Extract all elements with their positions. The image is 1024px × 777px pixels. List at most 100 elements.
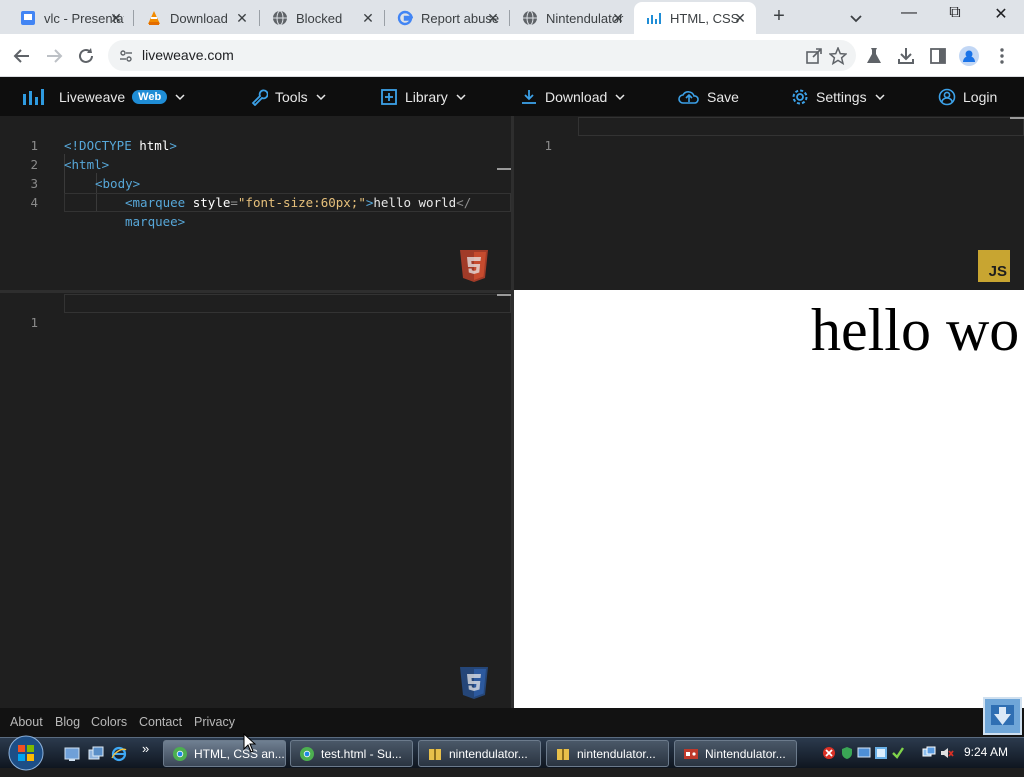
bookmark-star-icon[interactable] [828, 46, 848, 66]
marquee-preview-text: hello wo [811, 297, 1020, 363]
scrollbar-marker[interactable] [1010, 117, 1024, 119]
liveweave-logo[interactable]: Liveweave Web [22, 77, 186, 116]
brand-name: Liveweave [59, 88, 126, 105]
css-editor-pane[interactable]: 1 [0, 293, 511, 708]
footer-link-contact[interactable]: Contact [139, 715, 182, 729]
side-panel-icon[interactable] [928, 46, 948, 66]
active-line-highlight [64, 294, 511, 313]
code-line-4: 4 <marquee style="font-size:60px;">hello … [0, 174, 511, 210]
nintendulator-app-icon [684, 748, 698, 759]
start-button[interactable] [4, 732, 48, 772]
save-label: Save [707, 88, 739, 105]
update-shield-icon[interactable] [840, 746, 854, 760]
code-line-1: 1 <!DOCTYPE html> [0, 117, 511, 153]
footer-link-colors[interactable]: Colors [91, 715, 127, 729]
browser-tab-download[interactable]: Download ✕ [134, 2, 258, 34]
close-icon[interactable]: ✕ [485, 10, 501, 26]
extension-flask-icon[interactable] [864, 46, 884, 66]
security-alert-icon[interactable] [822, 746, 836, 760]
quick-launch-more[interactable]: » [142, 741, 149, 756]
task-label: Nintendulator... [705, 746, 786, 761]
display-icon[interactable] [874, 746, 888, 760]
taskbar-item-nintendulator-folder-2[interactable]: nintendulator... [546, 740, 669, 767]
line-number: 1 [30, 315, 38, 330]
close-icon[interactable]: ✕ [108, 10, 124, 26]
reload-icon[interactable] [74, 44, 98, 68]
restore-button[interactable]: ⧉ [940, 4, 970, 28]
back-arrow-icon[interactable] [10, 44, 34, 68]
browser-tab-vlc-presentation[interactable]: vlc - Presentation ✕ [8, 2, 132, 34]
close-icon[interactable]: ✕ [234, 10, 250, 26]
network-monitor-icon[interactable] [857, 746, 871, 760]
download-icon[interactable] [896, 46, 916, 66]
gear-icon [792, 89, 808, 104]
chevron-down-icon [615, 93, 625, 100]
minimize-button[interactable]: — [894, 4, 924, 28]
close-icon[interactable]: ✕ [610, 10, 626, 26]
footer-link-blog[interactable]: Blog [55, 715, 80, 729]
html-editor-pane[interactable]: 1 <!DOCTYPE html> 2 <html> 3 <body> 4 <marqu… [0, 116, 511, 291]
live-preview-pane[interactable]: hello wo [514, 290, 1024, 708]
footer-link-about[interactable]: About [10, 715, 43, 729]
library-menu[interactable]: Library [380, 77, 467, 116]
close-window-button[interactable]: ✕ [986, 4, 1016, 28]
download-menu[interactable]: Download [520, 77, 626, 116]
tab-search-chevron-icon[interactable] [846, 8, 866, 28]
task-label: nintendulator... [449, 746, 528, 761]
profile-avatar-icon[interactable] [959, 46, 979, 66]
settings-menu[interactable]: Settings [791, 77, 886, 116]
scrollbar-marker[interactable] [497, 168, 511, 170]
address-bar[interactable]: liveweave.com [108, 40, 856, 71]
chrome-icon [173, 746, 187, 761]
check-status-icon[interactable] [891, 746, 905, 760]
save-button[interactable]: Save [678, 77, 739, 116]
scroll-down-button[interactable] [983, 697, 1022, 735]
close-icon[interactable]: ✕ [732, 10, 748, 26]
menu-kebab-icon[interactable] [992, 46, 1012, 66]
login-button[interactable]: Login [938, 77, 997, 116]
liveweave-icon [646, 10, 662, 26]
folder-zip-icon [557, 748, 569, 760]
switch-windows-icon[interactable] [88, 746, 104, 762]
chrome-icon [300, 746, 314, 761]
css3-badge-icon [458, 666, 490, 700]
windows-orb-icon [8, 735, 44, 771]
tools-label: Tools [275, 88, 308, 105]
internet-explorer-icon[interactable] [111, 746, 127, 762]
system-clock[interactable]: 9:24 AM [964, 745, 1008, 759]
js-badge-label: JS [988, 263, 1007, 280]
close-icon[interactable]: ✕ [360, 10, 376, 26]
browser-tab-report-abuse[interactable]: Report abuse ✕ [385, 2, 509, 34]
globe-icon [272, 10, 288, 26]
taskbar-item-nintendulator-folder-1[interactable]: nintendulator... [418, 740, 541, 767]
forward-arrow-icon[interactable] [42, 44, 66, 68]
liveweave-footer: About Blog Colors Contact Privacy [0, 708, 1024, 737]
taskbar-item-nintendulator-app[interactable]: Nintendulator... [674, 740, 797, 767]
web-badge: Web [132, 89, 168, 104]
chevron-down-icon [175, 93, 185, 100]
network-icon[interactable] [922, 746, 936, 760]
browser-tab-blocked[interactable]: Blocked ✕ [260, 2, 384, 34]
tools-menu[interactable]: Tools [250, 77, 327, 116]
taskbar-item-html-css[interactable]: HTML, CSS an... [163, 740, 286, 767]
browser-tab-nintendulator[interactable]: Nintendulator ✕ [510, 2, 634, 34]
show-desktop-icon[interactable] [64, 746, 80, 762]
taskbar-item-test-html[interactable]: test.html - Su... [290, 740, 413, 767]
windows-taskbar: » HTML, CSS an... test.html - Su... nint… [0, 735, 1024, 771]
footer-link-privacy[interactable]: Privacy [194, 715, 235, 729]
scrollbar-marker[interactable] [497, 294, 511, 296]
new-tab-button[interactable]: + [768, 6, 790, 28]
chevron-down-icon [316, 93, 326, 100]
url-text[interactable]: liveweave.com [142, 47, 234, 63]
browser-tab-html-css-active[interactable]: HTML, CSS ✕ [634, 2, 756, 34]
javascript-editor-pane[interactable]: 1 [514, 116, 1024, 290]
token: marquee> [125, 214, 186, 229]
html5-badge-icon [458, 249, 490, 283]
chevron-down-icon [456, 93, 466, 100]
liveweave-logo-icon [23, 88, 44, 105]
download-icon [522, 89, 536, 104]
library-add-icon [381, 88, 397, 105]
site-settings-icon[interactable] [118, 48, 134, 64]
share-icon[interactable] [805, 47, 823, 65]
volume-muted-icon[interactable] [940, 746, 954, 760]
